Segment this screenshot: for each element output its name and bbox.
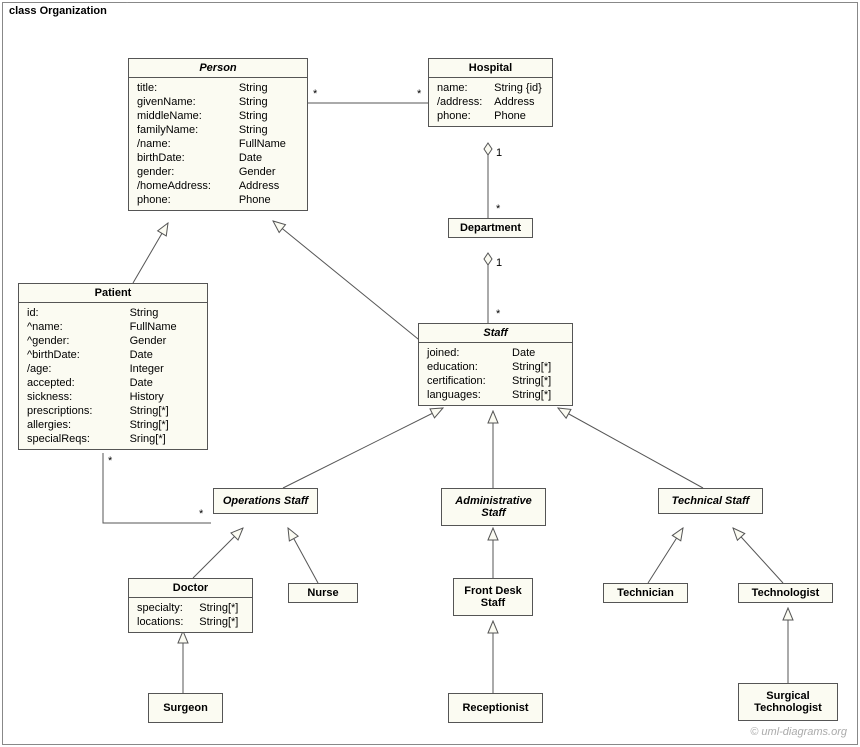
mult: * — [496, 308, 500, 320]
class-nurse: Nurse — [288, 583, 358, 603]
class-title: Receptionist — [449, 694, 542, 722]
frame-title: class Organization — [2, 2, 128, 19]
class-title: Administrative Staff — [442, 489, 545, 525]
class-title: Doctor — [129, 579, 252, 598]
mult: * — [199, 508, 203, 520]
class-techstaff: Technical Staff — [658, 488, 763, 514]
class-attrs: id:String^name:FullName^gender:Gender^bi… — [19, 303, 207, 449]
class-title: Nurse — [289, 584, 357, 602]
class-person: Person title:StringgivenName:Stringmiddl… — [128, 58, 308, 211]
class-doctor: Doctor specialty:String[*]locations:Stri… — [128, 578, 253, 633]
class-title: Technician — [604, 584, 687, 602]
class-title: Staff — [419, 324, 572, 343]
class-attrs: title:StringgivenName:StringmiddleName:S… — [129, 78, 307, 210]
class-opstaff: Operations Staff — [213, 488, 318, 514]
class-department: Department — [448, 218, 533, 238]
class-title: Technical Staff — [659, 489, 762, 513]
class-title: Surgeon — [149, 694, 222, 722]
class-title: Patient — [19, 284, 207, 303]
class-attrs: name:String {id}/address:Addressphone:Ph… — [429, 78, 552, 126]
class-hospital: Hospital name:String {id}/address:Addres… — [428, 58, 553, 127]
class-title: Technologist — [739, 584, 832, 602]
class-title: Person — [129, 59, 307, 78]
diagram-frame: class Organization — [2, 2, 858, 745]
class-receptionist: Receptionist — [448, 693, 543, 723]
mult: * — [417, 88, 421, 100]
class-attrs: joined:Dateeducation:String[*]certificat… — [419, 343, 572, 405]
class-staff: Staff joined:Dateeducation:String[*]cert… — [418, 323, 573, 406]
class-technologist: Technologist — [738, 583, 833, 603]
mult: 1 — [496, 147, 502, 159]
mult: * — [108, 455, 112, 467]
watermark: © uml-diagrams.org — [750, 726, 847, 738]
class-surgtech: Surgical Technologist — [738, 683, 838, 721]
class-title: Surgical Technologist — [739, 684, 837, 720]
mult: * — [496, 203, 500, 215]
class-frontdesk: Front Desk Staff — [453, 578, 533, 616]
class-title: Department — [449, 219, 532, 237]
class-patient: Patient id:String^name:FullName^gender:G… — [18, 283, 208, 450]
class-attrs: specialty:String[*]locations:String[*] — [129, 598, 252, 632]
class-title: Operations Staff — [214, 489, 317, 513]
mult: 1 — [496, 257, 502, 269]
class-technician: Technician — [603, 583, 688, 603]
class-surgeon: Surgeon — [148, 693, 223, 723]
class-title: Hospital — [429, 59, 552, 78]
class-title: Front Desk Staff — [454, 579, 532, 615]
mult: * — [313, 88, 317, 100]
class-adminstaff: Administrative Staff — [441, 488, 546, 526]
